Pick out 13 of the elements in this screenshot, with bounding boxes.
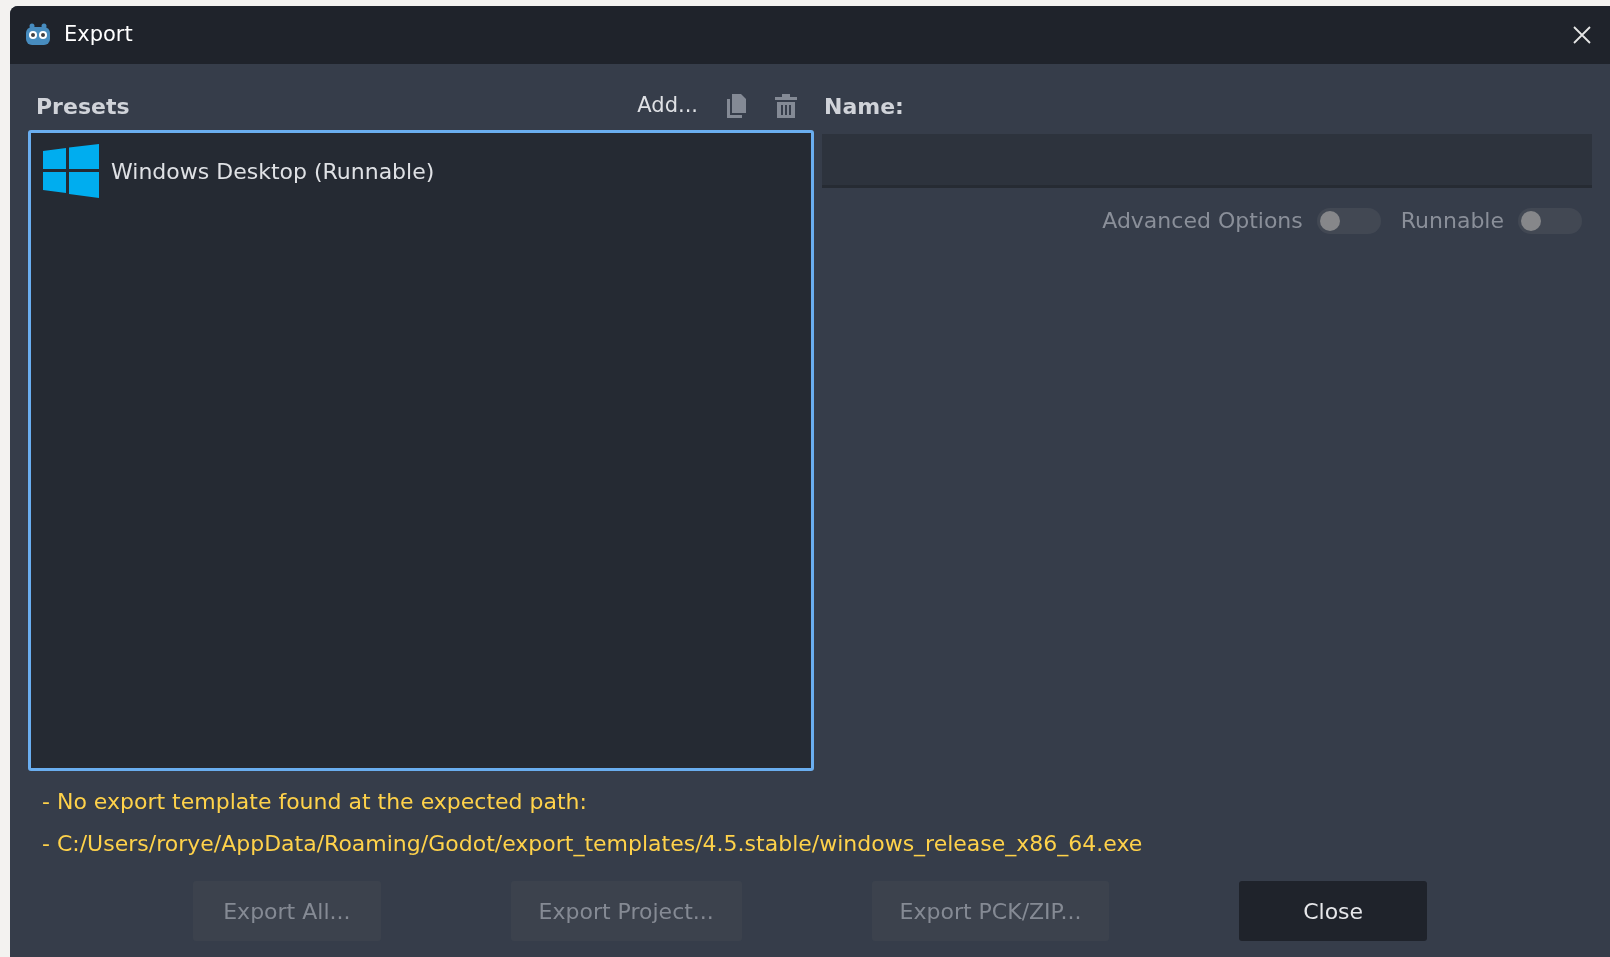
add-button[interactable]: Add... xyxy=(629,90,706,122)
preset-label: Windows Desktop (Runnable) xyxy=(111,157,435,186)
robot-logo-icon xyxy=(24,22,52,48)
preset-item[interactable]: Windows Desktop (Runnable) xyxy=(41,143,801,199)
warning-text: - C:/Users/rorye/AppData/Roaming/Godot/export_templates/4.5.stable/windows_release_x86_64.exe xyxy=(42,830,1144,859)
windows-logo-icon xyxy=(43,144,99,198)
toggle-label: Runnable xyxy=(1400,207,1504,235)
warning-text: - No export template found at the expected path: xyxy=(42,788,588,816)
window-title: Export xyxy=(64,21,133,49)
toggle-label: Advanced Options xyxy=(1102,207,1303,235)
name-label: Name: xyxy=(824,92,904,121)
footer-button[interactable]: Close xyxy=(1239,881,1428,941)
presets-heading: Presets xyxy=(36,92,130,121)
